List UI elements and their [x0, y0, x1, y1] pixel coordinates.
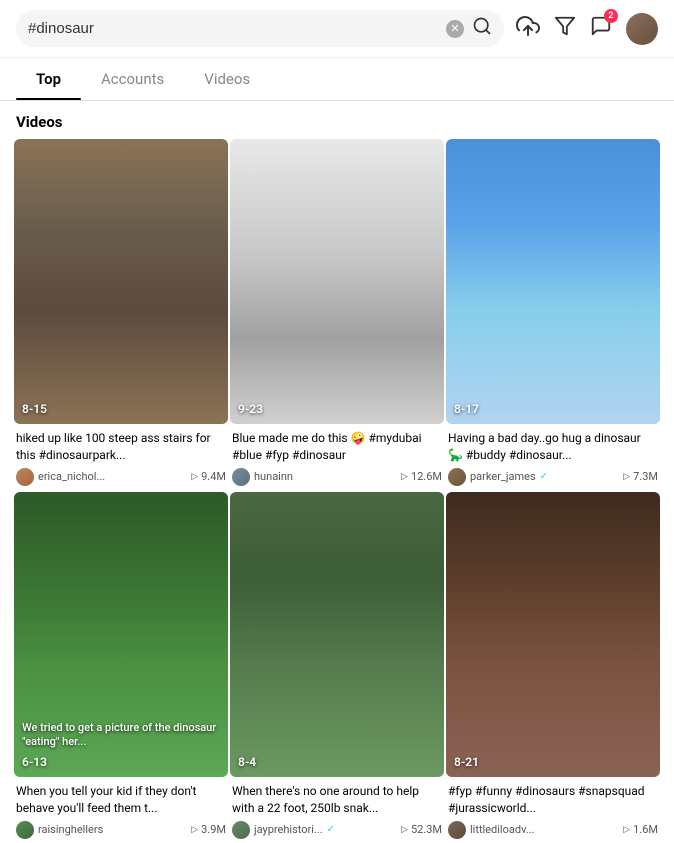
- upload-icon[interactable]: [516, 14, 540, 44]
- header-icons: 2: [516, 13, 658, 45]
- author-avatar: [16, 468, 34, 486]
- video-description: Blue made me do this 🤪 #mydubai #blue #f…: [232, 430, 442, 464]
- author-name: parker_james: [470, 470, 536, 483]
- video-author-row: parker_james ✓ ▷ 7.3M: [448, 468, 658, 486]
- view-count: ▷ 12.6M: [401, 470, 442, 483]
- author-avatar: [16, 821, 34, 839]
- video-label: 8-4: [238, 755, 256, 769]
- video-description: #fyp #funny #dinosaurs #snapsquad #juras…: [448, 783, 658, 817]
- view-count: ▷ 52.3M: [401, 823, 442, 836]
- filter-icon[interactable]: [554, 15, 576, 43]
- play-icon: ▷: [401, 472, 408, 482]
- video-thumbnail[interactable]: 8-21: [446, 492, 660, 777]
- tab-videos[interactable]: Videos: [184, 58, 270, 100]
- play-icon: ▷: [623, 825, 630, 835]
- header: ✕ 2: [0, 0, 674, 58]
- notification-icon[interactable]: 2: [590, 15, 612, 43]
- author-avatar: [232, 821, 250, 839]
- video-label: 9-23: [238, 402, 263, 416]
- verified-badge: ✓: [327, 824, 335, 835]
- video-label: 8-21: [454, 755, 479, 769]
- views-number: 7.3M: [633, 470, 658, 483]
- section-header: Videos: [0, 101, 674, 139]
- video-item-v5[interactable]: 8-4 When there's no one around to help w…: [230, 492, 444, 843]
- video-author-row: raisinghellers ▷ 3.9M: [16, 821, 226, 839]
- author-info: erica_nichol...: [16, 468, 105, 486]
- views-number: 3.9M: [201, 823, 226, 836]
- video-thumbnail[interactable]: 9-23: [230, 139, 444, 424]
- author-avatar: [448, 821, 466, 839]
- video-description: When you tell your kid if they don't beh…: [16, 783, 226, 817]
- clear-button[interactable]: ✕: [446, 20, 464, 38]
- video-grid: 8-15 hiked up like 100 steep ass stairs …: [0, 139, 674, 843]
- tab-accounts[interactable]: Accounts: [81, 58, 184, 100]
- play-icon: ▷: [191, 472, 198, 482]
- video-meta: hiked up like 100 steep ass stairs for t…: [14, 424, 228, 490]
- video-thumbnail[interactable]: 8-15: [14, 139, 228, 424]
- views-number: 52.3M: [411, 823, 442, 836]
- notification-badge: 2: [604, 9, 618, 23]
- play-icon: ▷: [401, 825, 408, 835]
- author-info: parker_james ✓: [448, 468, 548, 486]
- avatar[interactable]: [626, 13, 658, 45]
- author-name: erica_nichol...: [38, 470, 105, 483]
- author-info: littlediloadv...: [448, 821, 535, 839]
- video-author-row: jayprehistori... ✓ ▷ 52.3M: [232, 821, 442, 839]
- video-label: 6-13: [22, 755, 47, 769]
- play-icon: ▷: [191, 825, 198, 835]
- author-name: hunainn: [254, 470, 293, 483]
- author-info: jayprehistori... ✓: [232, 821, 335, 839]
- video-meta: When you tell your kid if they don't beh…: [14, 777, 228, 843]
- video-overlay-text: We tried to get a picture of the dinosau…: [22, 721, 220, 750]
- video-meta: Having a bad day..go hug a dinosaur 🦕 #b…: [446, 424, 660, 490]
- tab-top[interactable]: Top: [16, 58, 81, 100]
- view-count: ▷ 1.6M: [623, 823, 658, 836]
- verified-badge: ✓: [540, 471, 548, 482]
- author-name: jayprehistori...: [254, 823, 323, 836]
- video-item-v6[interactable]: 8-21 #fyp #funny #dinosaurs #snapsquad #…: [446, 492, 660, 843]
- search-icon[interactable]: [472, 16, 492, 41]
- video-item-v3[interactable]: 8-17 Having a bad day..go hug a dinosaur…: [446, 139, 660, 490]
- video-thumbnail[interactable]: We tried to get a picture of the dinosau…: [14, 492, 228, 777]
- view-count: ▷ 3.9M: [191, 823, 226, 836]
- views-number: 9.4M: [201, 470, 226, 483]
- video-meta: #fyp #funny #dinosaurs #snapsquad #juras…: [446, 777, 660, 843]
- video-meta: Blue made me do this 🤪 #mydubai #blue #f…: [230, 424, 444, 490]
- author-info: raisinghellers: [16, 821, 103, 839]
- video-description: When there's no one around to help with …: [232, 783, 442, 817]
- video-author-row: erica_nichol... ▷ 9.4M: [16, 468, 226, 486]
- tab-bar: Top Accounts Videos: [0, 58, 674, 101]
- view-count: ▷ 9.4M: [191, 470, 226, 483]
- video-author-row: littlediloadv... ▷ 1.6M: [448, 821, 658, 839]
- search-bar[interactable]: ✕: [16, 10, 504, 47]
- video-thumbnail[interactable]: 8-4: [230, 492, 444, 777]
- video-label: 8-17: [454, 402, 479, 416]
- author-info: hunainn: [232, 468, 293, 486]
- author-name: littlediloadv...: [470, 823, 535, 836]
- views-number: 1.6M: [633, 823, 658, 836]
- video-item-v4[interactable]: We tried to get a picture of the dinosau…: [14, 492, 228, 843]
- video-description: hiked up like 100 steep ass stairs for t…: [16, 430, 226, 464]
- search-input[interactable]: [28, 20, 438, 37]
- video-item-v1[interactable]: 8-15 hiked up like 100 steep ass stairs …: [14, 139, 228, 490]
- play-icon: ▷: [623, 472, 630, 482]
- views-number: 12.6M: [411, 470, 442, 483]
- video-meta: When there's no one around to help with …: [230, 777, 444, 843]
- view-count: ▷ 7.3M: [623, 470, 658, 483]
- video-author-row: hunainn ▷ 12.6M: [232, 468, 442, 486]
- video-thumbnail[interactable]: 8-17: [446, 139, 660, 424]
- video-label: 8-15: [22, 402, 47, 416]
- author-avatar: [232, 468, 250, 486]
- author-name: raisinghellers: [38, 823, 103, 836]
- video-description: Having a bad day..go hug a dinosaur 🦕 #b…: [448, 430, 658, 464]
- author-avatar: [448, 468, 466, 486]
- video-item-v2[interactable]: 9-23 Blue made me do this 🤪 #mydubai #bl…: [230, 139, 444, 490]
